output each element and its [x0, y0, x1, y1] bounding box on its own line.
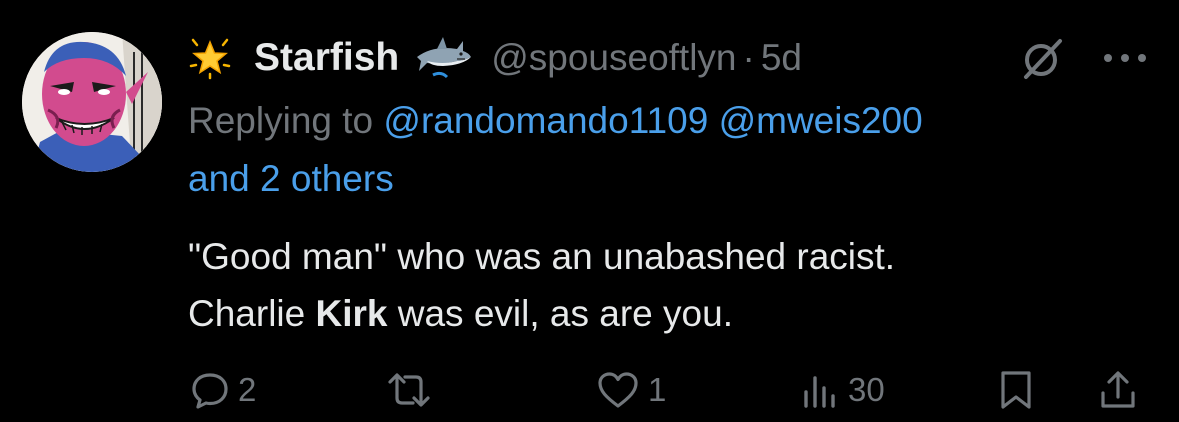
views-button[interactable]: 30 [800, 362, 885, 418]
like-button[interactable]: 1 [596, 362, 666, 418]
display-name[interactable]: Starfish [254, 36, 399, 80]
share-icon [1101, 371, 1135, 408]
grok-icon[interactable] [1020, 35, 1066, 81]
views-chart-icon [804, 376, 835, 408]
glowing-star-icon [189, 38, 231, 80]
avatar-image [22, 32, 162, 172]
retweet-button[interactable] [386, 362, 440, 418]
action-bar: 2 1 30 [188, 362, 1148, 418]
views-count: 30 [848, 371, 885, 408]
more-options-icon[interactable] [1102, 48, 1148, 68]
user-handle[interactable]: @spouseoftlyn [491, 37, 736, 79]
avatar[interactable] [22, 32, 162, 172]
share-button[interactable] [1098, 362, 1138, 418]
shark-icon [417, 37, 472, 79]
timestamp[interactable]: 5d [761, 37, 802, 79]
reply-icon [192, 373, 228, 409]
mention-others-link[interactable]: and 2 others [188, 158, 394, 199]
retweet-icon [388, 373, 430, 407]
tweet-text-bold: Kirk [315, 293, 388, 334]
bookmark-icon [1001, 371, 1031, 409]
replying-to: Replying to @randomando1109 @mweis200 an… [188, 92, 1088, 208]
tweet-text-line: "Good man" who was an unabashed racist. [188, 236, 896, 277]
mention-link[interactable]: @mweis200 [719, 100, 923, 141]
tweet-header: Starfish @spouseoftlyn · 5d [188, 30, 1148, 86]
reply-count: 2 [238, 371, 257, 408]
like-count: 1 [648, 371, 667, 408]
tweet-text-segment: was evil, as are you. [387, 293, 733, 334]
replying-prefix: Replying to [188, 100, 374, 141]
heart-icon [598, 372, 638, 408]
tweet-text-segment: Charlie [188, 293, 316, 334]
mention-link[interactable]: @randomando1109 [383, 100, 708, 141]
tweet-text: "Good man" who was an unabashed racist. … [188, 228, 1128, 342]
header-actions [1020, 30, 1148, 86]
tweet[interactable]: Starfish @spouseoftlyn · 5d Replying to [0, 0, 1179, 422]
separator-dot: · [742, 37, 755, 78]
bookmark-button[interactable] [996, 362, 1036, 418]
reply-button[interactable]: 2 [190, 362, 256, 418]
